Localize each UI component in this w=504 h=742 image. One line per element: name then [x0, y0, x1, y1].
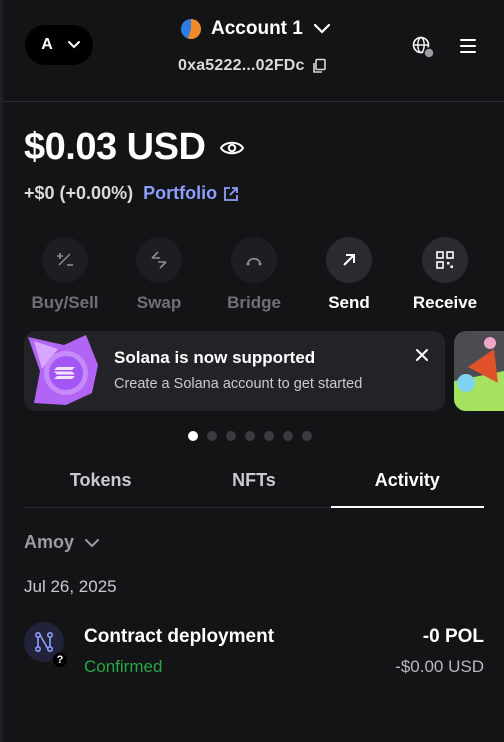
bridge-icon	[246, 257, 262, 266]
eye-icon[interactable]	[219, 139, 245, 157]
banner-title: Solana is now supported	[114, 348, 316, 367]
unknown-network-badge-icon: ?	[52, 652, 68, 668]
bridge-icon-circle	[231, 237, 277, 283]
balance-change-row: +$0 (+0.00%) Portfolio	[24, 183, 239, 204]
account-name: Account 1	[211, 18, 303, 39]
activity-row[interactable]: ? Contract deployment Confirmed -0 POL -…	[24, 622, 484, 682]
next-promo-banner[interactable]	[454, 331, 504, 411]
banner-subtitle: Create a Solana account to get started	[114, 376, 363, 392]
account-picker[interactable]: Account 1	[181, 18, 331, 40]
tab-nfts[interactable]: NFTs	[177, 458, 330, 507]
swap-label: Swap	[136, 293, 182, 312]
contract-deployment-icon	[34, 631, 54, 653]
carousel-dot[interactable]	[302, 431, 312, 441]
account-avatar	[181, 19, 201, 39]
carousel-dot[interactable]	[226, 431, 236, 441]
hamburger-menu-icon[interactable]	[458, 36, 480, 56]
carousel-dot[interactable]	[188, 431, 198, 441]
carousel-dot[interactable]	[245, 431, 255, 441]
copy-icon	[312, 58, 326, 73]
account-address: 0xa5222...02FDc	[178, 57, 305, 74]
receive-icon-circle	[422, 237, 468, 283]
receive-label: Receive	[412, 293, 478, 312]
buy-sell-button[interactable]: Buy/Sell	[20, 237, 110, 313]
chevron-down-icon	[313, 23, 330, 34]
network-picker-button[interactable]: A	[25, 25, 93, 65]
tab-bar: Tokens NFTs Activity	[24, 458, 485, 508]
activity-title: Contract deployment	[84, 626, 275, 647]
carousel-dot[interactable]	[207, 431, 217, 441]
activity-fiat-amount: -$0.00 USD	[395, 657, 484, 676]
account-address-copy[interactable]: 0xa5222...02FDc	[178, 57, 327, 75]
network-filter-label: Amoy	[24, 532, 75, 552]
send-button[interactable]: Send	[304, 237, 394, 313]
total-balance: $0.03 USD	[24, 126, 206, 168]
external-link-icon	[224, 186, 238, 201]
solana-promo-banner[interactable]: Solana is now supported Create a Solana …	[24, 331, 445, 411]
buy-sell-label: Buy/Sell	[31, 293, 99, 312]
activity-status: Confirmed	[84, 657, 163, 676]
header: A Account 1 0xa5222...02FDc	[3, 0, 504, 102]
plus-minus-icon	[57, 253, 73, 266]
swap-button[interactable]: Swap	[114, 237, 204, 313]
close-icon[interactable]	[414, 347, 430, 363]
receive-button[interactable]: Receive	[400, 237, 490, 313]
swap-arrows-icon	[151, 251, 167, 269]
activity-date-header: Jul 26, 2025	[24, 577, 117, 596]
carousel-dots	[188, 431, 312, 441]
activity-amount: -0 POL	[422, 626, 484, 647]
globe-icon[interactable]	[410, 34, 436, 60]
tab-activity[interactable]: Activity	[330, 458, 485, 508]
portfolio-link[interactable]: Portfolio	[143, 183, 239, 204]
balance-change: +$0 (+0.00%)	[24, 183, 134, 203]
bridge-button[interactable]: Bridge	[209, 237, 299, 313]
carousel-dot[interactable]	[264, 431, 274, 441]
bridge-label: Bridge	[227, 293, 281, 312]
network-avatar: A	[35, 33, 59, 57]
carousel-dot[interactable]	[283, 431, 293, 441]
network-filter[interactable]: Amoy	[24, 532, 100, 553]
send-icon-circle	[326, 237, 372, 283]
action-bar: Buy/Sell Swap Bridge Send Receive	[24, 237, 494, 317]
tab-tokens[interactable]: Tokens	[24, 458, 177, 507]
balance-section: $0.03 USD	[24, 126, 245, 169]
qr-code-icon	[436, 251, 454, 269]
solana-promo-image	[28, 335, 98, 405]
portfolio-label: Portfolio	[143, 183, 218, 203]
send-label: Send	[328, 293, 370, 312]
megaphone-promo-image	[454, 331, 504, 411]
arrow-up-right-icon	[343, 254, 355, 266]
chevron-down-icon	[68, 41, 80, 49]
buy-sell-icon-circle	[42, 237, 88, 283]
chevron-down-icon	[85, 538, 100, 547]
swap-icon-circle	[136, 237, 182, 283]
